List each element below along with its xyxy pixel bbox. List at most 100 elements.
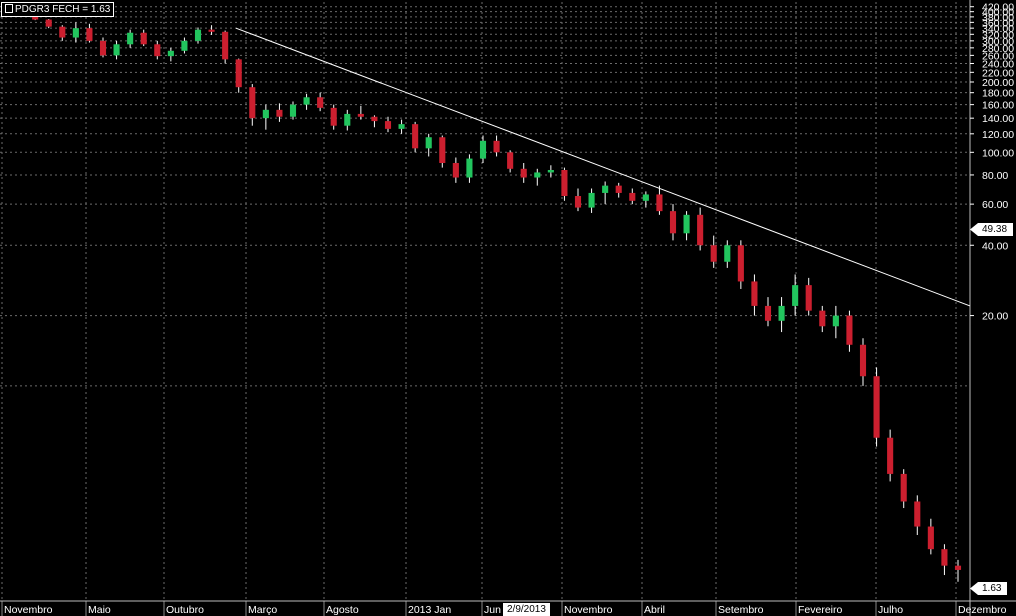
candle-body-down (412, 124, 419, 149)
candle-body-up (588, 192, 595, 208)
chart-axes (0, 0, 1016, 616)
last-price-tag: 1.63 (970, 582, 1008, 595)
candle-body-down (439, 137, 446, 163)
y-tick-label: 140.00 (982, 113, 1014, 125)
y-tick-label: 20.00 (982, 311, 1008, 323)
candle (276, 103, 283, 122)
candle-body-down (357, 113, 364, 117)
candle (615, 182, 622, 198)
candle (384, 116, 392, 133)
x-tick-label: Dezembro (958, 604, 1007, 616)
x-tick-label: Setembro (718, 604, 764, 616)
candle-body-down (249, 87, 256, 119)
candle-body-up (303, 97, 310, 105)
candle (602, 181, 609, 205)
y-tick-label: 40.00 (982, 240, 1008, 252)
candle-body-down (452, 162, 459, 178)
candle-body-down (710, 245, 717, 262)
candle-body-down (140, 32, 147, 45)
y-tick-label: 160.00 (982, 100, 1014, 112)
y-tick-label: 100.00 (982, 147, 1014, 159)
candle (466, 154, 473, 183)
x-tick-label: Jun (484, 604, 501, 616)
candle (412, 121, 419, 153)
chart-title: PDGR3 FECH = 1.63 (1, 2, 115, 17)
candle (574, 188, 582, 212)
candle (86, 23, 93, 43)
candle-body-down (697, 214, 704, 246)
candle (805, 277, 812, 316)
candle-body-up (425, 137, 432, 149)
candle (45, 19, 52, 29)
candle (859, 338, 867, 386)
x-tick-label: Maio (88, 604, 111, 616)
candle (669, 204, 677, 241)
candle-body-up (194, 29, 202, 41)
candle (588, 188, 595, 213)
candle-body-up (113, 44, 120, 56)
crosshair-date-value: 2/9/2013 (507, 604, 546, 615)
candle (507, 150, 514, 173)
x-tick-label: Março (248, 604, 277, 616)
candle-body-down (86, 28, 93, 41)
candle-body-up (72, 28, 79, 38)
candle-body-up (778, 305, 785, 321)
price-marker-value: 49.38 (982, 224, 1008, 235)
candle-body-down (208, 29, 215, 32)
candle (547, 165, 554, 178)
chart-menu-icon[interactable] (5, 4, 13, 13)
candle (59, 25, 66, 41)
candle-body-down (520, 168, 527, 178)
last-price-value: 1.63 (982, 583, 1002, 594)
candle-body-down (629, 192, 636, 201)
candlestick-chart: 420.00400.00380.00360.00340.00320.00300.… (0, 0, 1016, 616)
candle (113, 40, 120, 60)
candle-body-down (927, 526, 934, 550)
candle-body-down (507, 152, 514, 169)
crosshair-date-tag: 2/9/2013 (503, 603, 550, 616)
candle-body-up (398, 124, 405, 129)
candle (208, 25, 215, 35)
candle-body-down (887, 437, 894, 474)
candle (140, 29, 147, 47)
candle-body-down (561, 169, 568, 197)
candle-body-up (466, 158, 473, 178)
candle (941, 544, 948, 576)
candle (927, 518, 934, 555)
candle-body-up (534, 172, 541, 178)
candle-body-down (941, 549, 948, 566)
candle-body-up (792, 285, 799, 306)
candle (900, 469, 907, 509)
candle-body-down (222, 31, 229, 60)
candle (629, 188, 636, 205)
candle-body-down (235, 59, 242, 88)
candle-body-up (683, 214, 690, 234)
candle-body-up (642, 194, 649, 201)
candle (425, 133, 432, 157)
y-tick-label: 80.00 (982, 170, 1008, 182)
candle-body-down (805, 285, 812, 311)
candle (249, 84, 256, 126)
x-tick-label: Outubro (166, 604, 204, 616)
candle-body-up (289, 104, 297, 117)
candle-body-down (317, 97, 324, 108)
chart-grid (0, 2, 970, 601)
candle-body-down (276, 109, 283, 117)
candle-body-down (99, 40, 107, 56)
x-tick-label: Abril (644, 604, 665, 616)
candle-body-down (384, 121, 392, 129)
candle (683, 211, 690, 241)
x-tick-label: Fevereiro (798, 604, 843, 616)
candle-body-up (167, 50, 174, 57)
candle (317, 92, 324, 112)
candle-body-up (262, 109, 269, 119)
candle (764, 297, 772, 327)
trendline-layer (235, 27, 971, 307)
candle (479, 135, 487, 163)
candle (656, 185, 663, 215)
candle-body-down (873, 376, 880, 438)
candle-body-down (954, 565, 962, 570)
candlestick-series (4, 11, 962, 582)
candle (167, 47, 174, 62)
candle-body-down (737, 245, 744, 282)
